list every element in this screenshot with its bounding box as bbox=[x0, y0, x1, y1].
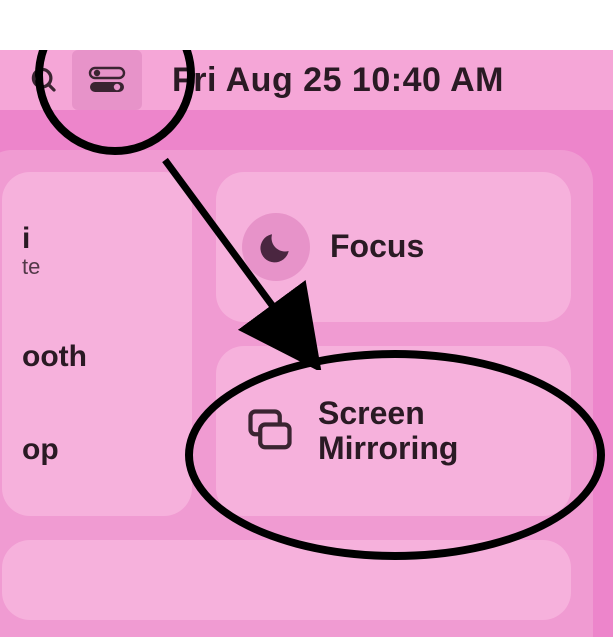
connectivity-tile[interactable]: i te ooth op bbox=[2, 172, 192, 516]
screen-mirroring-icon-wrap bbox=[242, 403, 298, 459]
airdrop-label-frag: op bbox=[22, 433, 192, 466]
focus-label: Focus bbox=[330, 229, 424, 264]
menubar-clock[interactable]: Fri Aug 25 10:40 AM bbox=[172, 61, 504, 100]
screen-mirroring-label-1: Screen bbox=[318, 396, 458, 431]
search-icon bbox=[29, 65, 59, 95]
wifi-row[interactable]: i te bbox=[22, 222, 192, 279]
lower-tile[interactable] bbox=[2, 540, 571, 620]
screen-mirroring-icon bbox=[244, 405, 296, 457]
screen-mirroring-label: Screen Mirroring bbox=[318, 396, 458, 466]
control-center-panel: i te ooth op Focus bbox=[0, 150, 593, 637]
screen-mirroring-label-2: Mirroring bbox=[318, 431, 458, 466]
airdrop-row[interactable]: op bbox=[22, 433, 192, 466]
control-center-button[interactable] bbox=[72, 50, 142, 110]
spotlight-button[interactable] bbox=[20, 56, 68, 104]
control-center-icon bbox=[87, 65, 127, 95]
moon-icon bbox=[257, 228, 295, 266]
screenshot-region: Fri Aug 25 10:40 AM i te ooth op bbox=[0, 50, 613, 637]
focus-tile[interactable]: Focus bbox=[216, 172, 571, 322]
screen-mirroring-tile[interactable]: Screen Mirroring bbox=[216, 346, 571, 516]
bluetooth-label-frag: ooth bbox=[22, 340, 192, 373]
wifi-label-frag: i bbox=[22, 222, 192, 255]
menubar: Fri Aug 25 10:40 AM bbox=[0, 50, 613, 110]
bluetooth-row[interactable]: ooth bbox=[22, 340, 192, 373]
focus-icon-wrap bbox=[242, 213, 310, 281]
wifi-sub-frag: te bbox=[22, 255, 192, 279]
